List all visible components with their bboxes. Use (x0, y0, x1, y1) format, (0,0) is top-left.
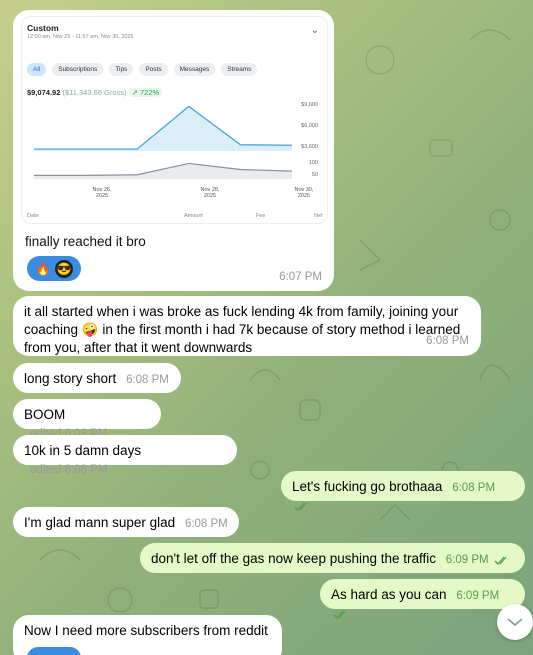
fire-emoji-icon: 🔥 (35, 261, 51, 276)
scroll-to-bottom-button[interactable] (497, 604, 533, 640)
message-text: Now I need more subscribers from reddit (24, 623, 268, 638)
message-text: 10k in 5 damn days (24, 443, 142, 458)
series-area (34, 163, 292, 179)
message-time: 6:08 PM (426, 334, 469, 347)
y-tick-label: 100 (309, 160, 318, 166)
read-check-icon (294, 502, 307, 512)
message-bubble[interactable]: I'm glad mann super glad 6:08 PM (13, 507, 239, 537)
message-text: I'm glad mann super glad (24, 515, 176, 530)
message-bubble[interactable]: BOOM edited 6:08 PM (13, 399, 161, 440)
outgoing-message-bubble[interactable]: don't let off the gas now keep pushing t… (140, 543, 525, 573)
filter-tabs: All Subscriptions Tips Posts Messages St… (27, 63, 258, 76)
message-text: BOOM (24, 407, 66, 422)
message-text: don't let off the gas now keep pushing t… (151, 551, 437, 566)
tab-subscriptions: Subscriptions (52, 63, 104, 76)
message-time: 6:09 PM (456, 590, 500, 602)
y-tick-label: $9,600 (301, 102, 318, 108)
column-net: Net (314, 213, 323, 219)
tab-all: All (27, 63, 47, 76)
y-tick-label: $3,600 (301, 144, 318, 150)
read-check-icon (494, 556, 507, 565)
chevron-down-icon: ⌄ (310, 25, 319, 36)
gross-amount: ($11,343.66 Gross) (62, 88, 127, 97)
chevron-down-icon (507, 618, 523, 627)
x-tick-label: 2025 (298, 193, 310, 199)
screenshot-message[interactable]: Custom 12:00 am, Nov 25 - 11:57 am, Nov … (13, 10, 334, 291)
earnings-summary: $9,074.92 ($11,343.66 Gross) ↗ 722% (27, 88, 163, 97)
tab-messages: Messages (173, 63, 216, 76)
outgoing-message-bubble[interactable]: As hard as you can 6:09 PM (320, 579, 525, 620)
column-date: Date (27, 213, 39, 219)
read-check-icon (333, 610, 346, 620)
message-time: 6:08 PM (452, 482, 496, 494)
x-tick-label: 2025 (204, 193, 216, 199)
tab-posts: Posts (139, 63, 168, 76)
message-bubble[interactable]: it all started when i was broke as fuck … (13, 296, 481, 356)
change-badge: ↗ 722% (128, 88, 163, 97)
x-tick-label: 2025 (96, 193, 108, 199)
message-text: long story short (24, 371, 117, 386)
reactions[interactable] (27, 647, 81, 655)
y-tick-label: 50 (312, 172, 318, 178)
column-fee: Fee (256, 213, 266, 219)
column-amount: Amount (184, 213, 203, 219)
tab-streams: Streams (221, 63, 258, 76)
tab-tips: Tips (109, 63, 134, 76)
message-time: 6:09 PM (445, 554, 489, 566)
message-time: 6:07 PM (279, 271, 322, 283)
earnings-chart: $9,600$6,000$3,60010050Nov 26,2025Nov 28… (34, 102, 318, 199)
screenshot-date-range: 12:00 am, Nov 25 - 11:57 am, Nov 30, 202… (27, 34, 134, 40)
earnings-screenshot: Custom 12:00 am, Nov 25 - 11:57 am, Nov … (21, 16, 328, 224)
y-tick-label: $6,000 (301, 123, 318, 129)
message-time: 6:08 PM (126, 374, 169, 386)
screenshot-title: Custom (27, 23, 59, 33)
outgoing-message-bubble[interactable]: Let's fucking go brothaaa 6:08 PM (281, 471, 525, 512)
avatar: 😎 (55, 259, 73, 278)
message-time: 6:08 PM (184, 518, 228, 530)
message-bubble[interactable]: 10k in 5 damn days edited 6:08 PM (13, 435, 237, 476)
message-caption: finally reached it bro (25, 234, 146, 249)
message-text: Let's fucking go brothaaa (292, 479, 443, 494)
message-time: edited 6:08 PM (30, 463, 108, 476)
message-text: As hard as you can (331, 587, 447, 602)
message-bubble[interactable]: long story short 6:08 PM (13, 363, 181, 393)
message-bubble[interactable]: Now I need more subscribers from reddit (13, 615, 282, 655)
net-amount: $9,074.92 (27, 88, 61, 97)
message-text: it all started when i was broke as fuck … (24, 304, 461, 355)
reactions[interactable]: 🔥 😎 (27, 256, 81, 281)
